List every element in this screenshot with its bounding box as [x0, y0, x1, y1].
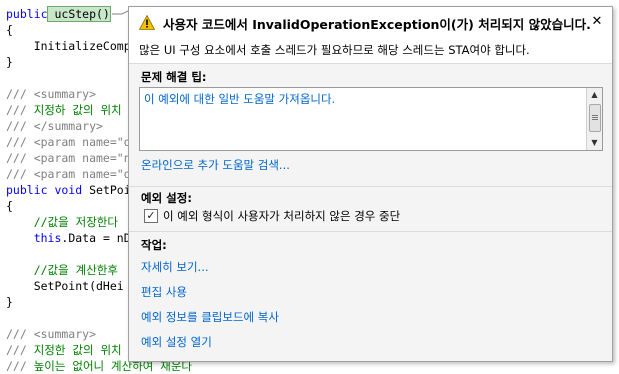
code-token: /// <param name="n [6, 151, 131, 165]
tips-heading: 문제 해결 팁: [141, 70, 207, 84]
code-token: 지정한 값의 위치 [33, 343, 122, 357]
scroll-down-icon[interactable]: ▼ [587, 136, 602, 150]
code-token: } [6, 295, 13, 309]
copy-exception-detail-link[interactable]: 예외 정보를 클립보드에 복사 [141, 309, 279, 325]
code-line[interactable]: /// <param name="n [6, 150, 131, 166]
open-exception-settings-link[interactable]: 예외 설정 열기 [141, 334, 212, 350]
code-token: public [6, 7, 48, 21]
grip-line [592, 115, 598, 116]
code-line[interactable]: /// </summary> [6, 118, 103, 134]
code-line[interactable]: { [6, 198, 13, 214]
code-line[interactable]: /// <summary> [6, 326, 96, 342]
code-token: /// <summary> [6, 327, 97, 341]
code-line[interactable]: /// 지정하 값의 위치 [6, 102, 122, 118]
dialog-header: 사용자 코드에서 InvalidOperationException이(가) 처… [129, 7, 612, 37]
code-line[interactable]: /// <param name="d [6, 134, 131, 150]
code-token: ucStep() [46, 6, 111, 22]
code-token: /// <param name="d [6, 167, 131, 181]
code-line[interactable]: /// 지정한 값의 위치 [6, 342, 122, 358]
code-token: 지정하 값의 위치 [33, 103, 122, 117]
code-token: SetPoi [82, 183, 131, 197]
code-token: { [6, 23, 13, 37]
code-line[interactable]: //값을 계산한후 [6, 262, 118, 278]
code-line[interactable]: public void SetPoi [6, 182, 131, 198]
tips-scrollbar[interactable]: ▲ ▼ [586, 88, 602, 150]
code-line[interactable]: //값을 저장한다 [6, 214, 118, 230]
code-line[interactable]: { [6, 22, 13, 38]
actions-heading: 작업: [141, 238, 167, 252]
code-token: } [6, 55, 13, 69]
code-line[interactable]: this.Data = nD [6, 230, 131, 246]
code-line[interactable]: /// <summary> [6, 86, 96, 102]
code-line[interactable]: } [6, 294, 13, 310]
code-line[interactable]: public ucStep() [6, 6, 111, 22]
code-token: SetPoint(dHei [6, 279, 124, 293]
code-token: /// [6, 103, 34, 117]
warning-icon [139, 15, 155, 30]
exception-assistant-dialog: 사용자 코드에서 InvalidOperationException이(가) 처… [128, 6, 613, 362]
enable-editing-link[interactable]: 편집 사용 [141, 284, 187, 300]
code-line[interactable]: /// <param name="d [6, 166, 131, 182]
scroll-thumb[interactable] [589, 104, 601, 132]
break-on-exception-checkbox[interactable]: ✓ [144, 209, 158, 223]
close-button[interactable]: ✕ [590, 15, 604, 29]
code-line[interactable]: SetPoint(dHei [6, 278, 124, 294]
grip-line [592, 119, 598, 120]
code-token: //값을 계산한후 [33, 263, 118, 277]
code-token: /// [6, 343, 34, 357]
exception-settings-heading: 예외 설정: [141, 191, 192, 205]
code-token: .Data = nD [61, 231, 131, 245]
break-on-exception-label[interactable]: 이 예외 형식이 사용자가 처리하지 않은 경우 중단 [163, 208, 400, 224]
tip-item-general-help[interactable]: 이 예외에 대한 일반 도움말 가져옵니다. [144, 91, 335, 107]
code-token: public void [6, 183, 83, 197]
scroll-up-icon[interactable]: ▲ [587, 88, 602, 102]
grip-line [592, 117, 598, 118]
search-online-help-link[interactable]: 온라인으로 추가 도움말 검색... [141, 157, 290, 173]
tips-list[interactable]: 이 예외에 대한 일반 도움말 가져옵니다. ▲ ▼ [139, 87, 603, 151]
exception-title: 사용자 코드에서 InvalidOperationException이(가) 처… [163, 17, 591, 32]
view-detail-link[interactable]: 자세히 보기... [141, 259, 209, 275]
code-token: { [6, 199, 13, 213]
code-token: this [33, 231, 62, 245]
code-token: /// [6, 359, 34, 373]
code-token: //값을 저장한다 [33, 215, 118, 229]
code-token: /// <summary> [6, 87, 97, 101]
code-token: /// </summary> [6, 119, 103, 133]
code-token: /// <param name="d [6, 135, 131, 149]
code-line[interactable]: } [6, 54, 13, 70]
exception-message: 많은 UI 구성 요소에서 호출 스레드가 필요하므로 해당 스레드는 STA여… [139, 43, 530, 57]
